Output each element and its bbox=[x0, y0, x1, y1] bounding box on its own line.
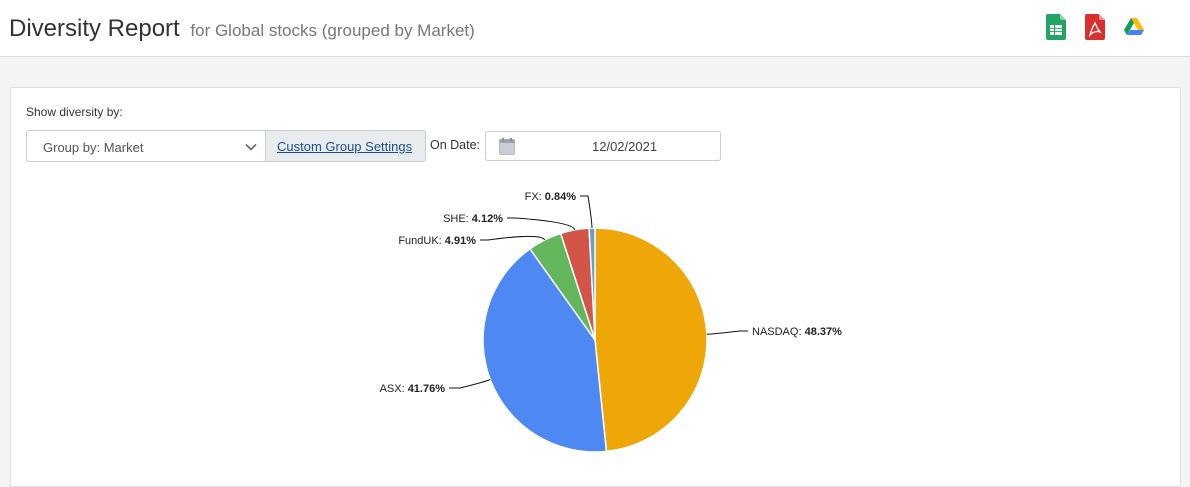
pie-label-she: SHE: 4.12% bbox=[443, 213, 503, 225]
diversity-pie-chart: NASDAQ: 48.37% ASX: 41.76% FundUK: 4.91% SH… bbox=[380, 191, 842, 453]
leader-line-fx bbox=[580, 195, 593, 229]
leader-line-funduk bbox=[480, 235, 546, 241]
pie-slice-nasdaq[interactable] bbox=[594, 227, 708, 453]
pie-label-nasdaq: NASDAQ: 48.37% bbox=[752, 326, 842, 338]
leader-line-nasdaq bbox=[706, 330, 748, 335]
leader-line-asx bbox=[449, 379, 491, 389]
leader-line-she bbox=[507, 217, 576, 231]
pie-label-asx: ASX: 41.76% bbox=[380, 383, 446, 395]
pie-label-fx: FX: 0.84% bbox=[525, 191, 577, 203]
pie-label-funduk: FundUK: 4.91% bbox=[398, 235, 476, 247]
